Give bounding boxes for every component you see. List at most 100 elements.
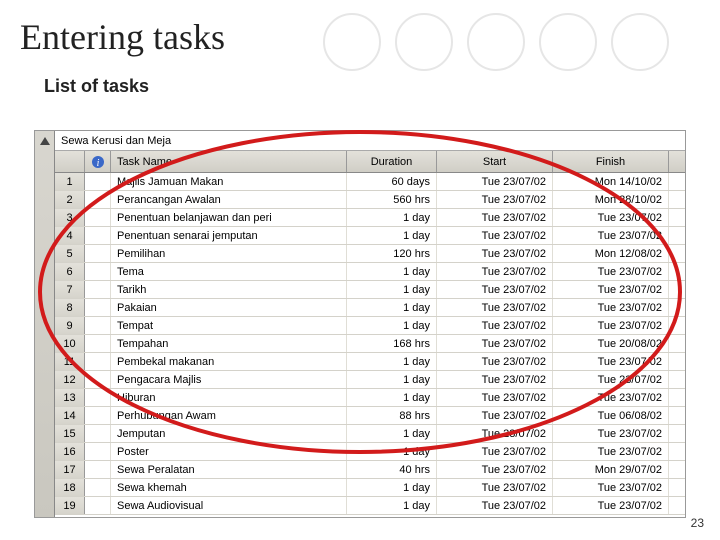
row-id[interactable]: 9 [55, 317, 85, 334]
cell-finish[interactable]: Tue 23/07/02 [553, 443, 669, 460]
table-row[interactable]: 8Pakaian1 dayTue 23/07/02Tue 23/07/02 [55, 299, 685, 317]
cell-start[interactable]: Tue 23/07/02 [437, 227, 553, 244]
cell-start[interactable]: Tue 23/07/02 [437, 209, 553, 226]
cell-finish[interactable]: Tue 23/07/02 [553, 389, 669, 406]
cell-start[interactable]: Tue 23/07/02 [437, 443, 553, 460]
cell-task-name[interactable]: Jemputan [111, 425, 347, 442]
cell-finish[interactable]: Tue 23/07/02 [553, 497, 669, 514]
cell-finish[interactable]: Tue 06/08/02 [553, 407, 669, 424]
select-all-triangle-icon[interactable] [40, 137, 50, 145]
table-row[interactable]: 1Majlis Jamuan Makan60 daysTue 23/07/02M… [55, 173, 685, 191]
cell-duration[interactable]: 1 day [347, 209, 437, 226]
table-row[interactable]: 4Penentuan senarai jemputan1 dayTue 23/0… [55, 227, 685, 245]
row-id[interactable]: 16 [55, 443, 85, 460]
row-id[interactable]: 14 [55, 407, 85, 424]
cell-finish[interactable]: Mon 28/10/02 [553, 191, 669, 208]
row-id[interactable]: 6 [55, 263, 85, 280]
header-finish[interactable]: Finish [553, 151, 669, 172]
row-id[interactable]: 4 [55, 227, 85, 244]
cell-task-name[interactable]: Pemilihan [111, 245, 347, 262]
row-id[interactable]: 8 [55, 299, 85, 316]
cell-duration[interactable]: 168 hrs [347, 335, 437, 352]
cell-duration[interactable]: 1 day [347, 299, 437, 316]
cell-duration[interactable]: 1 day [347, 389, 437, 406]
table-row[interactable]: 9Tempat1 dayTue 23/07/02Tue 23/07/02 [55, 317, 685, 335]
cell-start[interactable]: Tue 23/07/02 [437, 191, 553, 208]
cell-task-name[interactable]: Perhubungan Awam [111, 407, 347, 424]
cell-task-name[interactable]: Tempat [111, 317, 347, 334]
cell-duration[interactable]: 1 day [347, 281, 437, 298]
cell-start[interactable]: Tue 23/07/02 [437, 317, 553, 334]
cell-start[interactable]: Tue 23/07/02 [437, 407, 553, 424]
table-row[interactable]: 12Pengacara Majlis1 dayTue 23/07/02Tue 2… [55, 371, 685, 389]
row-id[interactable]: 11 [55, 353, 85, 370]
header-duration[interactable]: Duration [347, 151, 437, 172]
cell-finish[interactable]: Tue 23/07/02 [553, 371, 669, 388]
cell-task-name[interactable]: Hiburan [111, 389, 347, 406]
cell-start[interactable]: Tue 23/07/02 [437, 371, 553, 388]
table-row[interactable]: 11Pembekal makanan1 dayTue 23/07/02Tue 2… [55, 353, 685, 371]
row-id[interactable]: 1 [55, 173, 85, 190]
cell-duration[interactable]: 1 day [347, 317, 437, 334]
table-row[interactable]: 7Tarikh1 dayTue 23/07/02Tue 23/07/02 [55, 281, 685, 299]
cell-start[interactable]: Tue 23/07/02 [437, 353, 553, 370]
cell-start[interactable]: Tue 23/07/02 [437, 281, 553, 298]
cell-duration[interactable]: 1 day [347, 497, 437, 514]
row-id[interactable]: 5 [55, 245, 85, 262]
table-row[interactable]: 5Pemilihan120 hrsTue 23/07/02Mon 12/08/0… [55, 245, 685, 263]
row-id[interactable]: 3 [55, 209, 85, 226]
cell-start[interactable]: Tue 23/07/02 [437, 461, 553, 478]
cell-task-name[interactable]: Sewa Peralatan [111, 461, 347, 478]
table-row[interactable]: 3 Penentuan belanjawan dan peri1 dayTue 2… [55, 209, 685, 227]
cell-task-name[interactable]: Sewa Audiovisual [111, 497, 347, 514]
header-start[interactable]: Start [437, 151, 553, 172]
cell-duration[interactable]: 120 hrs [347, 245, 437, 262]
cell-start[interactable]: Tue 23/07/02 [437, 263, 553, 280]
cell-duration[interactable]: 1 day [347, 479, 437, 496]
cell-task-name[interactable]: Majlis Jamuan Makan [111, 173, 347, 190]
cell-finish[interactable]: Mon 29/07/02 [553, 461, 669, 478]
row-id[interactable]: 10 [55, 335, 85, 352]
cell-task-name[interactable]: Penentuan senarai jemputan [111, 227, 347, 244]
cell-start[interactable]: Tue 23/07/02 [437, 497, 553, 514]
table-row[interactable]: 16Poster1 dayTue 23/07/02Tue 23/07/02 [55, 443, 685, 461]
table-row[interactable]: 18Sewa khemah1 dayTue 23/07/02Tue 23/07/… [55, 479, 685, 497]
cell-finish[interactable]: Tue 23/07/02 [553, 479, 669, 496]
cell-task-name[interactable]: Penentuan belanjawan dan peri [111, 209, 347, 226]
cell-finish[interactable]: Tue 23/07/02 [553, 263, 669, 280]
cell-finish[interactable]: Tue 23/07/02 [553, 227, 669, 244]
cell-start[interactable]: Tue 23/07/02 [437, 335, 553, 352]
cell-task-name[interactable]: Tema [111, 263, 347, 280]
table-row[interactable]: 2Perancangan Awalan560 hrsTue 23/07/02Mo… [55, 191, 685, 209]
cell-finish[interactable]: Tue 23/07/02 [553, 299, 669, 316]
cell-finish[interactable]: Tue 23/07/02 [553, 281, 669, 298]
cell-task-name[interactable]: Pengacara Majlis [111, 371, 347, 388]
row-id[interactable]: 13 [55, 389, 85, 406]
cell-finish[interactable]: Tue 20/08/02 [553, 335, 669, 352]
cell-duration[interactable]: 60 days [347, 173, 437, 190]
header-indicator-icon[interactable]: i [85, 151, 111, 172]
table-row[interactable]: 13Hiburan1 dayTue 23/07/02Tue 23/07/02 [55, 389, 685, 407]
cell-task-name[interactable]: Perancangan Awalan [111, 191, 347, 208]
row-id[interactable]: 7 [55, 281, 85, 298]
cell-task-name[interactable]: Sewa khemah [111, 479, 347, 496]
cell-finish[interactable]: Tue 23/07/02 [553, 425, 669, 442]
table-row[interactable]: 10Tempahan168 hrsTue 23/07/02Tue 20/08/0… [55, 335, 685, 353]
cell-task-name[interactable]: Poster [111, 443, 347, 460]
cell-finish[interactable]: Mon 14/10/02 [553, 173, 669, 190]
cell-task-name[interactable]: Pakaian [111, 299, 347, 316]
table-row[interactable]: 6Tema1 dayTue 23/07/02Tue 23/07/02 [55, 263, 685, 281]
cell-duration[interactable]: 1 day [347, 371, 437, 388]
entry-bar[interactable]: Sewa Kerusi dan Meja [55, 131, 685, 151]
cell-task-name[interactable]: Tarikh [111, 281, 347, 298]
table-row[interactable]: 17Sewa Peralatan40 hrsTue 23/07/02Mon 29… [55, 461, 685, 479]
table-row[interactable]: 15Jemputan1 dayTue 23/07/02Tue 23/07/02 [55, 425, 685, 443]
cell-duration[interactable]: 40 hrs [347, 461, 437, 478]
cell-duration[interactable]: 1 day [347, 227, 437, 244]
table-row[interactable]: 14Perhubungan Awam88 hrsTue 23/07/02Tue … [55, 407, 685, 425]
cell-duration[interactable]: 1 day [347, 425, 437, 442]
cell-start[interactable]: Tue 23/07/02 [437, 425, 553, 442]
cell-finish[interactable]: Mon 12/08/02 [553, 245, 669, 262]
cell-start[interactable]: Tue 23/07/02 [437, 389, 553, 406]
row-id[interactable]: 18 [55, 479, 85, 496]
